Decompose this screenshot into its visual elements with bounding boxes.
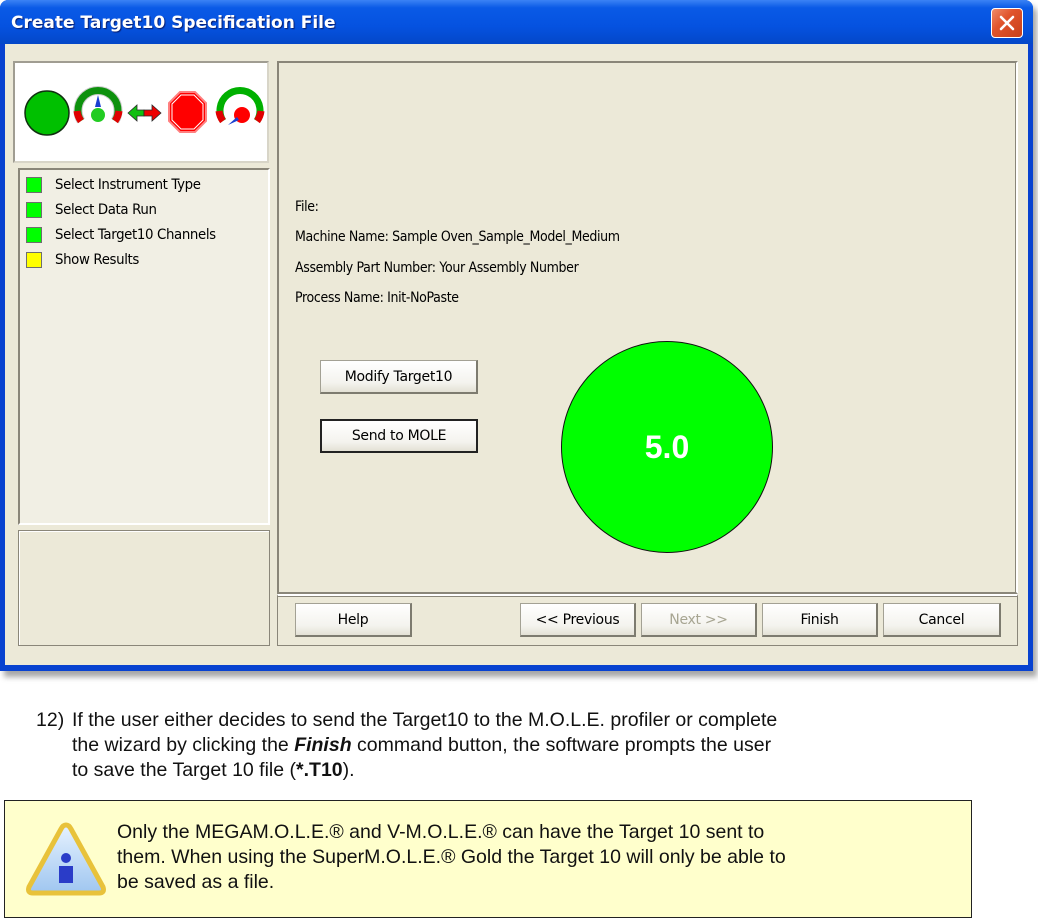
text-run: to save the Target 10 file ( bbox=[72, 759, 297, 781]
dialog-client-area: Select Instrument Type Select Data Run S… bbox=[5, 44, 1028, 665]
note-line: be saved as a file. bbox=[117, 871, 275, 893]
step-status-indicator bbox=[26, 252, 42, 268]
red-gauge-icon bbox=[215, 87, 265, 125]
cancel-button[interactable]: Cancel bbox=[883, 603, 1001, 637]
step-number: 12) bbox=[36, 709, 65, 731]
results-panel: File: Machine Name: Sample Oven_Sample_M… bbox=[277, 61, 1018, 594]
file-label: File: bbox=[295, 199, 319, 215]
title-bar[interactable]: Create Target10 Specification File bbox=[0, 0, 1033, 44]
green-circle-icon bbox=[24, 90, 70, 136]
status-logo-panel bbox=[13, 61, 269, 163]
step-label: Select Instrument Type bbox=[55, 177, 201, 193]
assembly-part-number-label: Assembly Part Number: Your Assembly Numb… bbox=[295, 260, 579, 276]
wizard-button-bar: Help << Previous Next >> Finish Cancel bbox=[277, 594, 1018, 646]
text-run: the wizard by clicking the bbox=[72, 734, 295, 756]
window-title: Create Target10 Specification File bbox=[11, 13, 336, 33]
wizard-window: Create Target10 Specification File Selec… bbox=[0, 0, 1033, 671]
result-value: 5.0 bbox=[644, 428, 690, 465]
step-item[interactable]: Select Instrument Type bbox=[26, 174, 213, 196]
text-run: command button, the software prompts the… bbox=[351, 734, 772, 756]
paragraph-line: to save the Target 10 file (*.T10). bbox=[72, 758, 355, 783]
info-warning-icon bbox=[26, 822, 106, 896]
machine-name-label: Machine Name: Sample Oven_Sample_Model_M… bbox=[295, 229, 620, 245]
note-callout: Only the MEGAM.O.L.E.® and V-M.O.L.E.® c… bbox=[4, 800, 972, 918]
text-run: ). bbox=[342, 759, 355, 781]
process-name-label: Process Name: Init-NoPaste bbox=[295, 290, 459, 306]
paragraph-line: If the user either decides to send the T… bbox=[72, 709, 778, 731]
close-icon bbox=[999, 15, 1015, 31]
lower-left-panel bbox=[18, 530, 270, 646]
previous-button[interactable]: << Previous bbox=[520, 603, 636, 637]
step-status-indicator bbox=[26, 202, 42, 218]
step-status-indicator bbox=[26, 227, 42, 243]
step-label: Select Data Run bbox=[55, 202, 157, 218]
step-label: Show Results bbox=[55, 252, 139, 268]
finish-button[interactable]: Finish bbox=[762, 603, 878, 637]
help-button[interactable]: Help bbox=[295, 603, 412, 637]
close-button[interactable] bbox=[991, 8, 1023, 38]
result-indicator: 5.0 bbox=[561, 341, 773, 553]
file-extension: *.T10 bbox=[296, 759, 343, 781]
step-item[interactable]: Select Target10 Channels bbox=[26, 224, 230, 246]
step-label: Select Target10 Channels bbox=[55, 227, 216, 243]
green-gauge-icon bbox=[73, 86, 123, 124]
step-status-indicator bbox=[26, 177, 42, 193]
finish-emphasis: Finish bbox=[294, 734, 352, 756]
next-button[interactable]: Next >> bbox=[641, 603, 757, 637]
wizard-step-list: Select Instrument Type Select Data Run S… bbox=[18, 168, 270, 525]
note-line: Only the MEGAM.O.L.E.® and V-M.O.L.E.® c… bbox=[117, 821, 765, 843]
note-line: them. When using the SuperM.O.L.E.® Gold… bbox=[117, 846, 786, 868]
step-item[interactable]: Show Results bbox=[26, 249, 146, 271]
modify-target10-button[interactable]: Modify Target10 bbox=[320, 360, 478, 394]
bidirectional-arrow-icon bbox=[127, 104, 162, 122]
send-to-mole-button[interactable]: Send to MOLE bbox=[320, 419, 478, 453]
paragraph-line: the wizard by clicking the Finish comman… bbox=[72, 733, 771, 758]
note-text: Only the MEGAM.O.L.E.® and V-M.O.L.E.® c… bbox=[117, 820, 967, 895]
red-stop-octagon-icon bbox=[168, 91, 207, 133]
step-item[interactable]: Select Data Run bbox=[26, 199, 165, 221]
